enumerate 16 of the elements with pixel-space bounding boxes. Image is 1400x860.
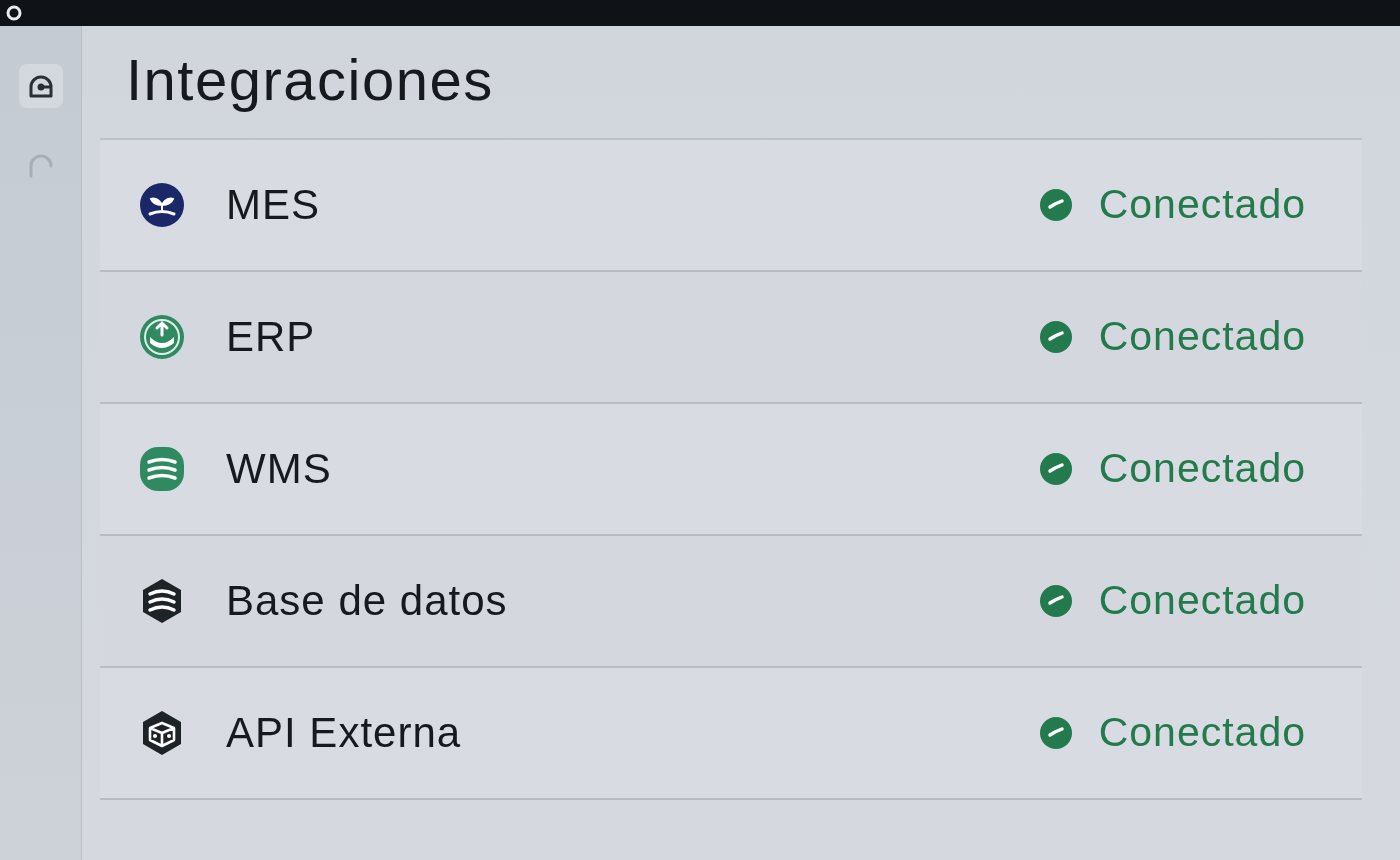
integration-row[interactable]: WMS Conectado bbox=[100, 403, 1362, 536]
status-label: Conectado bbox=[1098, 708, 1306, 758]
app-icon bbox=[6, 5, 22, 21]
integration-row[interactable]: MES Conectado bbox=[100, 139, 1362, 272]
integration-name: ERP bbox=[226, 312, 316, 363]
status-label: Conectado bbox=[1098, 312, 1306, 362]
status-label: Conectado bbox=[1098, 576, 1306, 626]
page-title: Integraciones bbox=[126, 48, 495, 112]
integration-name: WMS bbox=[226, 444, 332, 495]
status-label: Conectado bbox=[1098, 444, 1306, 494]
integration-row[interactable]: API Externa Conectado bbox=[100, 667, 1362, 800]
integration-name: API Externa bbox=[226, 708, 462, 759]
status-label: Conectado bbox=[1098, 180, 1306, 230]
integration-name: MES bbox=[226, 180, 320, 231]
sidebar-button[interactable] bbox=[18, 64, 63, 108]
integration-name: Base de datos bbox=[226, 576, 508, 627]
